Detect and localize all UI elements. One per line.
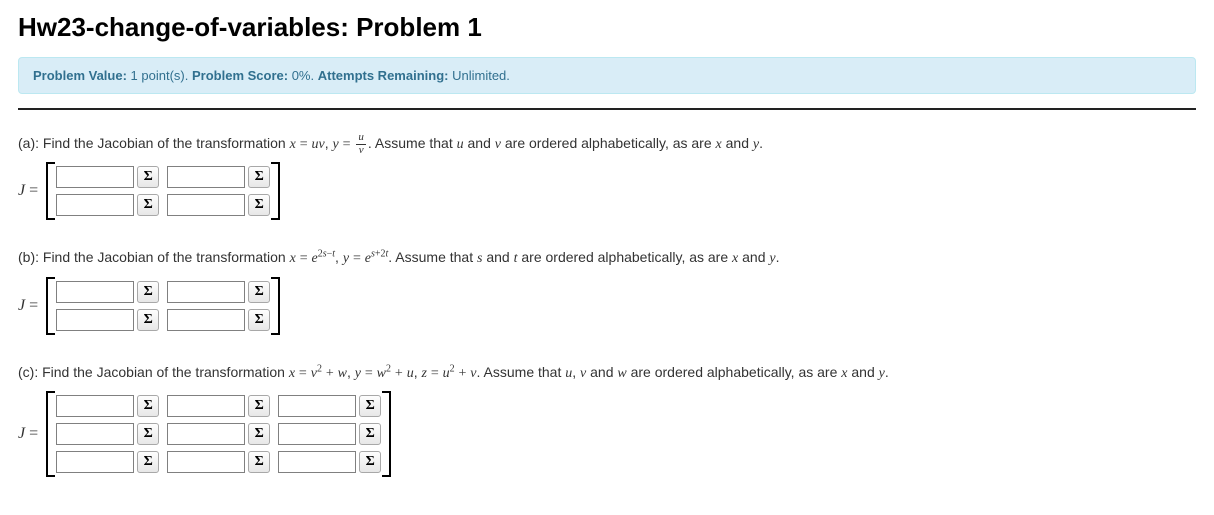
matrix-a-input-2-2[interactable] (167, 194, 245, 216)
sigma-button[interactable]: Σ (248, 395, 270, 417)
sigma-button[interactable]: Σ (137, 395, 159, 417)
matrix-c-input-1-2[interactable] (167, 395, 245, 417)
matrix-c-input-3-3[interactable] (278, 451, 356, 473)
sigma-button[interactable]: Σ (137, 166, 159, 188)
sigma-button[interactable]: Σ (248, 423, 270, 445)
jacobian-label: J= (18, 425, 42, 443)
score-text: 0%. (292, 68, 314, 83)
attempts-label: Attempts Remaining: (318, 68, 449, 83)
matrix-b-input-2-1[interactable] (56, 309, 134, 331)
sigma-button[interactable]: Σ (359, 423, 381, 445)
matrix-c-input-2-1[interactable] (56, 423, 134, 445)
part-label: (c): (18, 364, 38, 380)
part-lead: Find the Jacobian of the transformation (42, 364, 285, 380)
part-tail: Assume that u and v are ordered alphabet… (375, 135, 763, 151)
sigma-button[interactable]: Σ (248, 194, 270, 216)
matrix-b: Σ Σ Σ Σ (44, 277, 282, 335)
value-label: Problem Value: (33, 68, 127, 83)
divider (18, 108, 1196, 110)
part-a: (a): Find the Jacobian of the transforma… (18, 132, 1196, 220)
matrix-b-input-1-1[interactable] (56, 281, 134, 303)
matrix-b-input-1-2[interactable] (167, 281, 245, 303)
sigma-button[interactable]: Σ (248, 309, 270, 331)
sigma-button[interactable]: Σ (248, 451, 270, 473)
page-title: Hw23-change-of-variables: Problem 1 (18, 12, 1196, 43)
sigma-button[interactable]: Σ (359, 395, 381, 417)
value-text: 1 point(s). (131, 68, 189, 83)
matrix-c-input-2-2[interactable] (167, 423, 245, 445)
matrix-c-input-1-1[interactable] (56, 395, 134, 417)
sigma-button[interactable]: Σ (137, 281, 159, 303)
part-tail: Assume that u, v and w are ordered alpha… (484, 364, 889, 380)
matrix-b-input-2-2[interactable] (167, 309, 245, 331)
sigma-button[interactable]: Σ (137, 423, 159, 445)
matrix-c-input-3-2[interactable] (167, 451, 245, 473)
matrix-c-input-3-1[interactable] (56, 451, 134, 473)
part-lead: Find the Jacobian of the transformation (43, 135, 286, 151)
jacobian-label: J= (18, 182, 42, 200)
sigma-button[interactable]: Σ (137, 309, 159, 331)
score-label: Problem Score: (192, 68, 288, 83)
sigma-button[interactable]: Σ (359, 451, 381, 473)
matrix-c-input-1-3[interactable] (278, 395, 356, 417)
part-tail: Assume that s and t are ordered alphabet… (395, 249, 779, 265)
matrix-c-input-2-3[interactable] (278, 423, 356, 445)
matrix-c: Σ Σ Σ Σ Σ Σ Σ Σ Σ (44, 391, 393, 477)
sigma-button[interactable]: Σ (137, 451, 159, 473)
part-expr: x = e2s−t, y = es+2t. (290, 249, 393, 265)
part-lead: Find the Jacobian of the transformation (43, 249, 286, 265)
part-expr: x = uv, y = uv. (290, 135, 372, 151)
jacobian-label: J= (18, 297, 42, 315)
sigma-button[interactable]: Σ (248, 281, 270, 303)
matrix-a-input-1-1[interactable] (56, 166, 134, 188)
part-label: (a): (18, 135, 39, 151)
matrix-a-input-2-1[interactable] (56, 194, 134, 216)
prompt-a: (a): Find the Jacobian of the transforma… (18, 132, 1196, 156)
prompt-b: (b): Find the Jacobian of the transforma… (18, 246, 1196, 270)
problem-info-alert: Problem Value: 1 point(s). Problem Score… (18, 57, 1196, 94)
part-label: (b): (18, 249, 39, 265)
part-c: (c): Find the Jacobian of the transforma… (18, 361, 1196, 477)
part-expr: x = v2 + w, y = w2 + u, z = u2 + v. (289, 364, 481, 380)
attempts-text: Unlimited. (452, 68, 510, 83)
sigma-button[interactable]: Σ (248, 166, 270, 188)
part-b: (b): Find the Jacobian of the transforma… (18, 246, 1196, 334)
prompt-c: (c): Find the Jacobian of the transforma… (18, 361, 1196, 385)
matrix-a: Σ Σ Σ Σ (44, 162, 282, 220)
sigma-button[interactable]: Σ (137, 194, 159, 216)
matrix-a-input-1-2[interactable] (167, 166, 245, 188)
